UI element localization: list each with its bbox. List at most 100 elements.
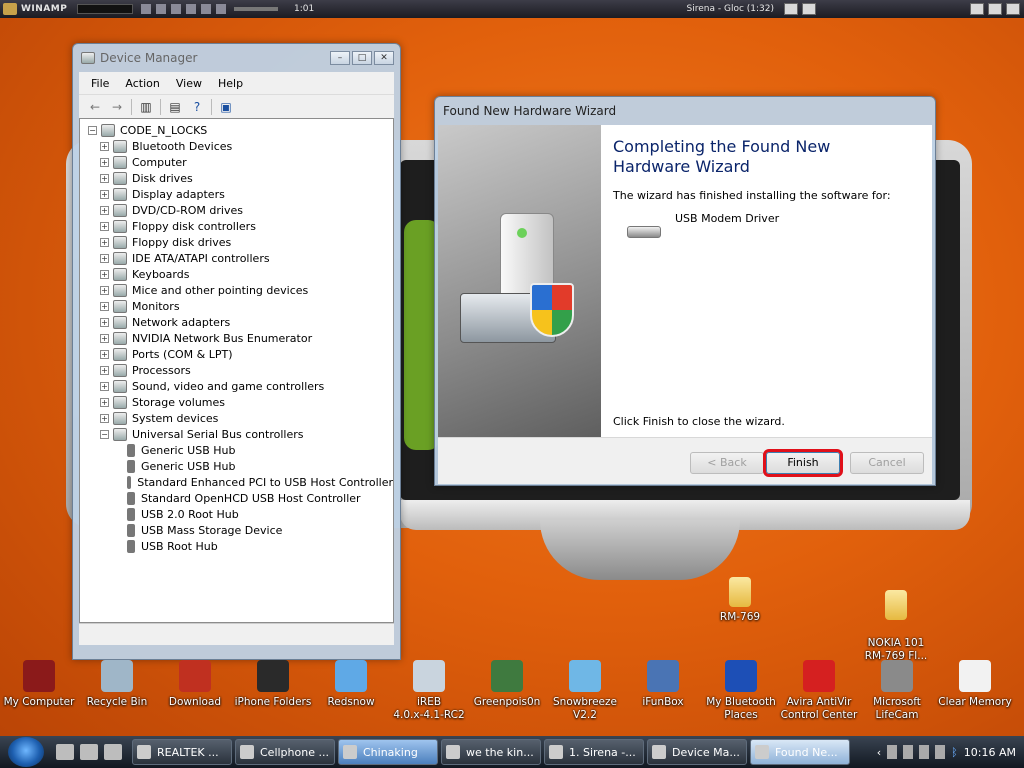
quick-launch-icon[interactable] xyxy=(56,744,74,760)
back-button[interactable]: < Back xyxy=(690,452,764,474)
taskbar-button[interactable]: Found Ne... xyxy=(750,739,850,765)
menu-action[interactable]: Action xyxy=(117,77,167,90)
volume-icon[interactable] xyxy=(935,745,946,759)
tree-category-item[interactable]: + Monitors xyxy=(100,298,393,314)
expand-icon[interactable]: + xyxy=(100,205,109,215)
expand-icon[interactable]: + xyxy=(100,317,109,327)
taskbar-button[interactable]: Cellphone ... xyxy=(235,739,335,765)
minimize-button[interactable]: – xyxy=(330,51,350,65)
tree-category-item[interactable]: + Network adapters xyxy=(100,314,393,330)
desktop-shortcut[interactable]: Avira AntiVir Control Center xyxy=(780,660,858,722)
tree-usb-device-item[interactable]: USB Root Hub xyxy=(124,538,393,554)
eject-icon[interactable] xyxy=(216,4,226,14)
play-icon[interactable] xyxy=(156,4,166,14)
tree-category-item[interactable]: + Storage volumes xyxy=(100,394,393,410)
finish-button[interactable]: Finish xyxy=(763,449,843,477)
tray-icon[interactable] xyxy=(887,745,898,759)
taskbar-button[interactable]: REALTEK ... xyxy=(132,739,232,765)
expand-icon[interactable]: + xyxy=(100,253,109,263)
print-icon[interactable]: ▤ xyxy=(167,99,183,115)
tree-category-item[interactable]: + System devices xyxy=(100,410,393,426)
desktop-shortcut[interactable]: iREB 4.0.x-4.1-RC2 xyxy=(390,660,468,722)
prev-icon[interactable] xyxy=(141,4,151,14)
expand-icon[interactable]: + xyxy=(100,221,109,231)
tree-category-item[interactable]: + Computer xyxy=(100,154,393,170)
tree-category-item[interactable]: + Keyboards xyxy=(100,266,393,282)
expand-icon[interactable]: + xyxy=(100,381,109,391)
expand-icon[interactable]: + xyxy=(100,413,109,423)
menu-file[interactable]: File xyxy=(83,77,117,90)
tree-category-item[interactable]: + Bluetooth Devices xyxy=(100,138,393,154)
tree-usb-device-item[interactable]: Generic USB Hub xyxy=(124,442,393,458)
tree-category-item[interactable]: + Floppy disk drives xyxy=(100,234,393,250)
expand-icon[interactable]: + xyxy=(100,141,109,151)
network-icon[interactable] xyxy=(903,745,914,759)
winamp-minimize-icon[interactable] xyxy=(970,3,984,15)
cancel-button[interactable]: Cancel xyxy=(850,452,924,474)
desktop-shortcut[interactable]: My Bluetooth Places xyxy=(702,660,780,722)
expand-icon[interactable]: + xyxy=(100,157,109,167)
desktop-shortcut[interactable]: Greenpois0n xyxy=(468,660,546,709)
expand-icon[interactable]: + xyxy=(100,333,109,343)
tree-category-item[interactable]: + Processors xyxy=(100,362,393,378)
bluetooth-icon[interactable]: ᛒ xyxy=(951,746,958,759)
desktop-shortcut[interactable]: Download xyxy=(156,660,234,709)
tree-usb-device-item[interactable]: USB 2.0 Root Hub xyxy=(124,506,393,522)
show-hide-tree-icon[interactable]: ▥ xyxy=(138,99,154,115)
tray-expand-icon[interactable]: ‹ xyxy=(877,746,881,759)
collapse-icon[interactable]: − xyxy=(100,429,109,439)
winamp-restore-icon[interactable] xyxy=(988,3,1002,15)
desktop-shortcut[interactable]: My Computer xyxy=(0,660,78,709)
desktop-shortcut[interactable]: Recycle Bin xyxy=(78,660,156,709)
desktop-shortcut[interactable]: Redsnow xyxy=(312,660,390,709)
tree-category-item[interactable]: + IDE ATA/ATAPI controllers xyxy=(100,250,393,266)
close-button[interactable]: ✕ xyxy=(374,51,394,65)
tree-usb-device-item[interactable]: Generic USB Hub xyxy=(124,458,393,474)
expand-icon[interactable]: + xyxy=(100,269,109,279)
desktop-shortcut[interactable]: Snowbreeze V2.2 xyxy=(546,660,624,722)
collapse-icon[interactable]: − xyxy=(88,125,97,135)
desktop-folder-rm769[interactable]: RM-769 xyxy=(701,577,779,624)
tree-category-item[interactable]: + DVD/CD-ROM drives xyxy=(100,202,393,218)
stop-icon[interactable] xyxy=(186,4,196,14)
clock[interactable]: 10:16 AM xyxy=(964,746,1016,759)
start-button[interactable] xyxy=(8,737,44,767)
tree-category-item[interactable]: + NVIDIA Network Bus Enumerator xyxy=(100,330,393,346)
winamp-info-icon[interactable] xyxy=(784,3,798,15)
tree-category-item[interactable]: + Display adapters xyxy=(100,186,393,202)
winamp-volume-slider[interactable] xyxy=(234,7,278,11)
pause-icon[interactable] xyxy=(171,4,181,14)
tree-root[interactable]: − CODE_N_LOCKS xyxy=(88,122,393,138)
expand-icon[interactable]: + xyxy=(100,173,109,183)
expand-icon[interactable]: + xyxy=(100,301,109,311)
maximize-button[interactable]: □ xyxy=(352,51,372,65)
tree-usb-device-item[interactable]: USB Mass Storage Device xyxy=(124,522,393,538)
tree-category-item[interactable]: + Floppy disk controllers xyxy=(100,218,393,234)
menu-help[interactable]: Help xyxy=(210,77,251,90)
taskbar-button[interactable]: 1. Sirena -... xyxy=(544,739,644,765)
wizard-titlebar[interactable]: Found New Hardware Wizard xyxy=(435,97,935,125)
desktop-shortcut[interactable]: Clear Memory xyxy=(936,660,1014,709)
device-manager-titlebar[interactable]: Device Manager – □ ✕ xyxy=(73,44,400,72)
expand-icon[interactable]: + xyxy=(100,285,109,295)
expand-icon[interactable]: + xyxy=(100,237,109,247)
winamp-close-icon[interactable] xyxy=(1006,3,1020,15)
expand-icon[interactable]: + xyxy=(100,365,109,375)
expand-icon[interactable]: + xyxy=(100,189,109,199)
quick-launch-icon[interactable] xyxy=(80,744,98,760)
tree-category-item[interactable]: − Universal Serial Bus controllers xyxy=(100,426,393,442)
menu-view[interactable]: View xyxy=(168,77,210,90)
expand-icon[interactable]: + xyxy=(100,397,109,407)
help-icon[interactable]: ? xyxy=(189,99,205,115)
desktop-shortcut[interactable]: iFunBox xyxy=(624,660,702,709)
tree-category-item[interactable]: + Mice and other pointing devices xyxy=(100,282,393,298)
tree-usb-device-item[interactable]: Standard Enhanced PCI to USB Host Contro… xyxy=(124,474,393,490)
desktop-shortcut[interactable]: iPhone Folders xyxy=(234,660,312,709)
tree-category-item[interactable]: + Sound, video and game controllers xyxy=(100,378,393,394)
taskbar-button[interactable]: Chinaking xyxy=(338,739,438,765)
forward-arrow-icon[interactable]: → xyxy=(109,99,125,115)
quick-launch-icon[interactable] xyxy=(104,744,122,760)
desktop-shortcut[interactable]: Microsoft LifeCam xyxy=(858,660,936,722)
taskbar-button[interactable]: we the kin... xyxy=(441,739,541,765)
properties-icon[interactable]: ▣ xyxy=(218,99,234,115)
